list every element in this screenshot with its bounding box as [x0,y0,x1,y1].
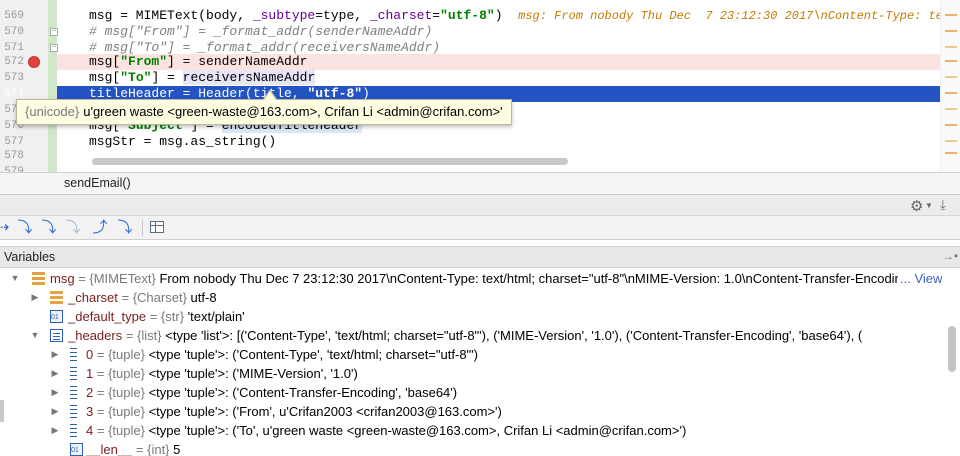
code-line[interactable]: msgStr = msg.as_string() [57,134,960,150]
expand-icon[interactable]: ▶ [50,345,60,364]
line-number: 568 [0,0,24,6]
hide-panel-icon[interactable]: ⤓ [940,197,946,213]
collapse-icon[interactable]: ▼ [30,326,40,345]
breakpoint-icon[interactable] [28,56,40,68]
code-editor[interactable]: 568 569 570 571 572 573 574 575 576 577 … [0,0,960,172]
expand-icon[interactable]: ▶ [30,288,40,307]
line-number: 578 [4,150,24,162]
variable-row[interactable]: ▶ _charset = {Charset} utf-8 [0,288,942,307]
evaluate-expression-icon[interactable] [150,221,164,233]
marker[interactable] [945,152,957,154]
variable-text: 1 = {tuple} <type 'tuple'>: ('MIME-Versi… [86,366,358,381]
collapse-icon[interactable]: ▼ [10,269,20,288]
code-line[interactable]: msg = MIMEText(body, _subtype=type, _cha… [57,8,960,24]
value-tooltip[interactable]: {unicode} u'green waste <green-waste@163.… [16,99,512,125]
gear-icon[interactable]: ⚙ [910,197,923,215]
code-text: msg = MIMEText(body, _subtype=type, _cha… [89,8,960,24]
variable-row[interactable]: ▶ 2 = {tuple} <type 'tuple'>: ('Content-… [0,383,942,402]
list-icon [50,329,63,342]
string-icon [50,308,63,326]
error-stripe[interactable] [940,0,960,172]
variable-text: 3 = {tuple} <type 'tuple'>: ('From', u'C… [86,404,502,419]
marker[interactable] [945,14,957,16]
debug-toolbar: ⇢ ⤵ ⤵ ⤵ ⤴ ⤵ [0,216,960,240]
tooltip-pointer-fill [264,91,276,100]
variable-row[interactable]: ▶ 1 = {tuple} <type 'tuple'>: ('MIME-Ver… [0,364,942,383]
expand-icon[interactable]: ▶ [50,402,60,421]
variable-row[interactable]: ▶ 0 = {tuple} <type 'tuple'>: ('Content-… [0,345,942,364]
tuple-icon [70,367,77,380]
int-icon [70,441,83,456]
variable-text: _default_type = {str} 'text/plain' [68,309,245,324]
show-execution-point-icon[interactable]: ⇢ [0,219,12,237]
variable-text: _charset = {Charset} utf-8 [68,290,217,305]
step-out-icon[interactable]: ⤴ [91,219,109,237]
object-icon [50,291,63,304]
code-text: msg["From"] = senderNameAddr [89,54,308,69]
variable-row[interactable]: ▼ msg = {MIMEText} From nobody Thu Dec 7… [0,269,942,288]
marker[interactable] [945,30,957,32]
tuple-icon [70,348,77,361]
variable-text: 2 = {tuple} <type 'tuple'>: ('Content-Tr… [86,385,458,400]
marker[interactable] [945,60,957,62]
variable-row[interactable]: ▶ 3 = {tuple} <type 'tuple'>: ('From', u… [0,402,942,421]
breadcrumb[interactable]: sendEmail() [64,176,131,190]
editor-horizontal-scrollbar[interactable] [92,158,568,165]
line-number: 579 [4,166,24,172]
line-number: 569 [4,10,24,22]
line-number: 572 [4,56,24,68]
view-link[interactable]: ... View [898,269,942,288]
object-icon [32,272,45,285]
code-comment: # msg["From"] = _format_addr(senderNameA… [89,24,433,39]
step-into-my-code-icon[interactable]: ⤵ [64,219,82,237]
step-over-icon[interactable]: ⤵ [16,219,34,237]
debug-panel-header: ⚙ ▼ ⤓ [0,194,960,216]
line-number: 573 [4,72,24,84]
change-marker-bar [48,0,56,172]
marker[interactable] [945,140,957,142]
marker[interactable] [945,46,957,48]
line-number: 570 [4,26,24,38]
variable-text: 0 = {tuple} <type 'tuple'>: ('Content-Ty… [86,347,478,362]
left-scroll-edge[interactable] [0,400,4,422]
breakpoint-line[interactable]: msg["From"] = senderNameAddr [57,54,960,70]
variable-text: _headers = {list} <type 'list'>: [('Cont… [68,328,863,343]
code-text: msg["To"] = receiversNameAddr [89,70,316,85]
marker[interactable] [945,124,957,126]
variable-row[interactable]: _default_type = {str} 'text/plain' [0,307,942,326]
marker[interactable] [945,76,957,78]
tuple-icon [70,405,77,418]
tuple-icon [70,424,77,437]
chevron-down-icon[interactable]: ▼ [925,201,933,210]
expand-icon[interactable]: ▶ [50,421,60,440]
code-line[interactable]: # msg["From"] = _format_addr(senderNameA… [57,24,960,40]
variables-title: Variables [4,250,56,264]
code-line[interactable]: msg["To"] = receiversNameAddr [57,70,960,86]
variable-row[interactable]: ▼ _headers = {list} <type 'list'>: [('Co… [0,326,942,345]
expand-icon[interactable]: ▶ [50,383,60,402]
code-text: msgStr = msg.as_string() [89,134,277,149]
variable-text: __len__ = {int} 5 [86,442,181,456]
marker[interactable] [945,108,957,110]
marker[interactable] [945,92,957,94]
variables-vertical-scrollbar[interactable] [948,326,956,372]
tuple-icon [70,386,77,399]
variable-row[interactable]: __len__ = {int} 5 [0,440,942,456]
pin-icon[interactable]: →• [942,249,958,263]
variable-row[interactable]: ▶ 4 = {tuple} <type 'tuple'>: ('To', u'g… [0,421,942,440]
variable-text: msg = {MIMEText} From nobody Thu Dec 7 2… [50,271,942,286]
tooltip-value: u'green waste <green-waste@163.com>, Cri… [83,104,503,119]
breadcrumb-bar: sendEmail() [0,172,960,194]
expand-icon[interactable]: ▶ [50,364,60,383]
toolbar-separator [142,220,143,236]
tooltip-type: {unicode} [25,104,80,119]
run-to-cursor-icon[interactable]: ⤵ [116,219,134,237]
variables-header: Variables →• [0,246,960,268]
step-into-icon[interactable]: ⤵ [40,219,58,237]
inline-debug-value: msg: From nobody Thu Dec 7 23:12:30 2017… [518,9,960,23]
variable-text: 4 = {tuple} <type 'tuple'>: ('To', u'gre… [86,423,687,438]
variables-tree[interactable]: ▼ msg = {MIMEText} From nobody Thu Dec 7… [0,268,960,456]
